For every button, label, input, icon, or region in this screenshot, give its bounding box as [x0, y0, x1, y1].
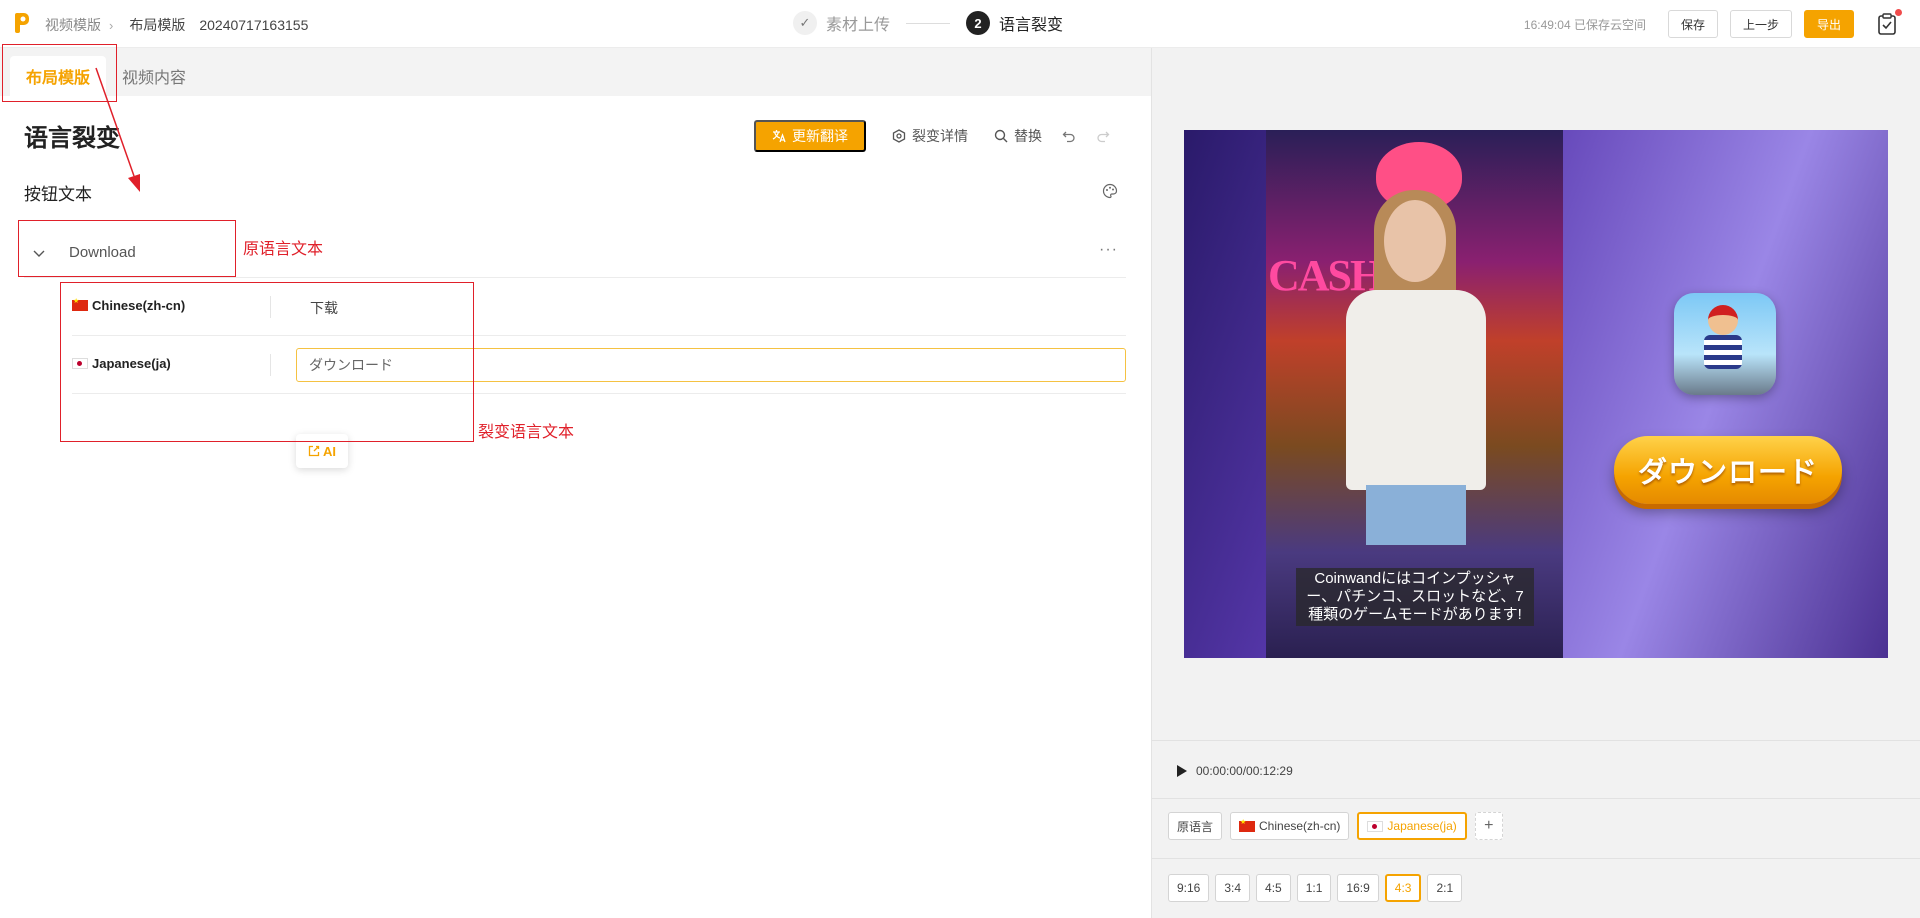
japan-flag-icon — [1367, 820, 1384, 832]
china-flag-icon — [1239, 818, 1256, 832]
add-language-button[interactable]: + — [1474, 812, 1503, 840]
step-language-fission: 语言裂变 — [999, 17, 1064, 34]
annotation-box-target — [60, 282, 474, 442]
toolbar: 更新翻译 裂变详情 替换 — [754, 120, 1110, 152]
ratio-2-1[interactable]: 2:1 — [1427, 874, 1463, 902]
video-frame: CASH GY Coinwandにはコインプッシャー、パチンコ、スロットなど、7… — [1266, 130, 1563, 658]
presenter-body — [1346, 290, 1486, 490]
video-subtitle: Coinwandにはコインプッシャー、パチンコ、スロットなど、7種類のゲームモー… — [1296, 568, 1534, 626]
fission-details-label: 裂变详情 — [912, 128, 968, 144]
step-number-2: 2 — [966, 11, 991, 35]
edit-icon — [308, 445, 320, 457]
update-translation-label: 更新翻译 — [792, 128, 848, 144]
lang-chip-label: Chinese(zh-cn) — [1259, 819, 1341, 833]
undo-icon[interactable] — [1062, 129, 1076, 143]
replace-label: 替换 — [1014, 128, 1042, 144]
ratio-4-3[interactable]: 4:3 — [1384, 874, 1422, 902]
export-button[interactable]: 导出 — [1803, 10, 1854, 38]
character-shirt — [1704, 335, 1742, 369]
replace-button[interactable]: 替换 — [994, 126, 1042, 146]
step-indicator: ✓ 素材上传 2 语言裂变 — [793, 11, 1063, 35]
top-actions: 16:49:04 已保存云空间 保存 上一步 导出 — [1523, 9, 1902, 38]
preview-panel: CASH GY Coinwandにはコインプッシャー、パチンコ、スロットなど、7… — [1151, 48, 1920, 918]
ratio-4-5[interactable]: 4:5 — [1256, 874, 1291, 902]
annotation-box-source — [18, 220, 236, 277]
presenter-legs — [1366, 485, 1466, 545]
settings-icon — [892, 129, 906, 143]
annotation-target-label: 裂变语言文本 — [478, 424, 575, 441]
lang-chip-original[interactable]: 原语言 — [1168, 812, 1223, 840]
divider — [1152, 740, 1920, 741]
top-bar: 视频模版 › 布局模版 20240717163155 ✓ 素材上传 2 语言裂变… — [0, 0, 1920, 48]
ratio-16-9[interactable]: 16:9 — [1337, 874, 1379, 902]
cta-download-button[interactable]: ダウンロード — [1614, 436, 1842, 504]
playback-time: 00:00:00/00:12:29 — [1196, 764, 1293, 778]
step-material-upload[interactable]: 素材上传 — [826, 11, 890, 35]
divider — [1152, 798, 1920, 799]
ratio-1-1[interactable]: 1:1 — [1296, 874, 1332, 902]
breadcrumb-root[interactable]: 视频模版 — [45, 15, 101, 35]
redo-icon[interactable] — [1096, 129, 1110, 143]
language-switcher: 原语言 Chinese(zh-cn) Japanese(ja) + — [1168, 812, 1503, 840]
step-done-check-icon[interactable]: ✓ — [793, 11, 817, 35]
save-button[interactable]: 保存 — [1667, 10, 1718, 38]
chevron-right-icon: › — [109, 17, 114, 33]
divider — [1152, 858, 1920, 859]
fission-details-button[interactable]: 裂变详情 — [892, 126, 968, 146]
step-connector — [906, 22, 951, 24]
palette-icon[interactable] — [1102, 183, 1118, 199]
more-options-icon[interactable]: ··· — [1099, 241, 1118, 259]
search-icon — [994, 129, 1008, 143]
annotation-arrow — [95, 67, 140, 192]
ai-label: AI — [323, 443, 336, 459]
project-name[interactable]: 20240717163155 — [199, 17, 308, 33]
update-translation-button[interactable]: 更新翻译 — [754, 120, 866, 152]
lang-chip-japanese[interactable]: Japanese(ja) — [1357, 812, 1467, 840]
play-icon[interactable] — [1176, 764, 1188, 778]
character-head — [1708, 305, 1738, 335]
lang-chip-label: Japanese(ja) — [1387, 819, 1457, 833]
app-logo-icon[interactable] — [14, 12, 32, 34]
presenter-head — [1384, 200, 1446, 282]
breadcrumb: 视频模版 › 布局模版 20240717163155 — [45, 15, 308, 35]
video-preview[interactable]: CASH GY Coinwandにはコインプッシャー、パチンコ、スロットなど、7… — [1184, 130, 1888, 658]
aspect-ratio-selector: 9:16 3:4 4:5 1:1 16:9 4:3 2:1 — [1168, 874, 1463, 902]
ratio-3-4[interactable]: 3:4 — [1215, 874, 1251, 902]
lang-chip-chinese[interactable]: Chinese(zh-cn) — [1230, 812, 1350, 840]
notification-dot — [1895, 9, 1902, 16]
section-button-text: 按钮文本 — [24, 185, 92, 204]
previous-step-button[interactable]: 上一步 — [1729, 10, 1792, 38]
task-clipboard-icon[interactable] — [1876, 9, 1902, 36]
editor-panel: 布局模版 视频内容 语言裂变 更新翻译 裂变详情 替换 按钮文本 Downloa… — [0, 44, 1151, 918]
tab-bar: 布局模版 视频内容 — [0, 48, 1151, 96]
game-app-icon — [1674, 293, 1776, 395]
annotation-source-label: 原语言文本 — [243, 241, 324, 258]
translate-icon — [772, 130, 786, 143]
save-status: 16:49:04 已保存云空间 — [1523, 17, 1646, 32]
ratio-9-16[interactable]: 9:16 — [1168, 874, 1210, 902]
breadcrumb-current: 布局模版 — [129, 17, 186, 33]
